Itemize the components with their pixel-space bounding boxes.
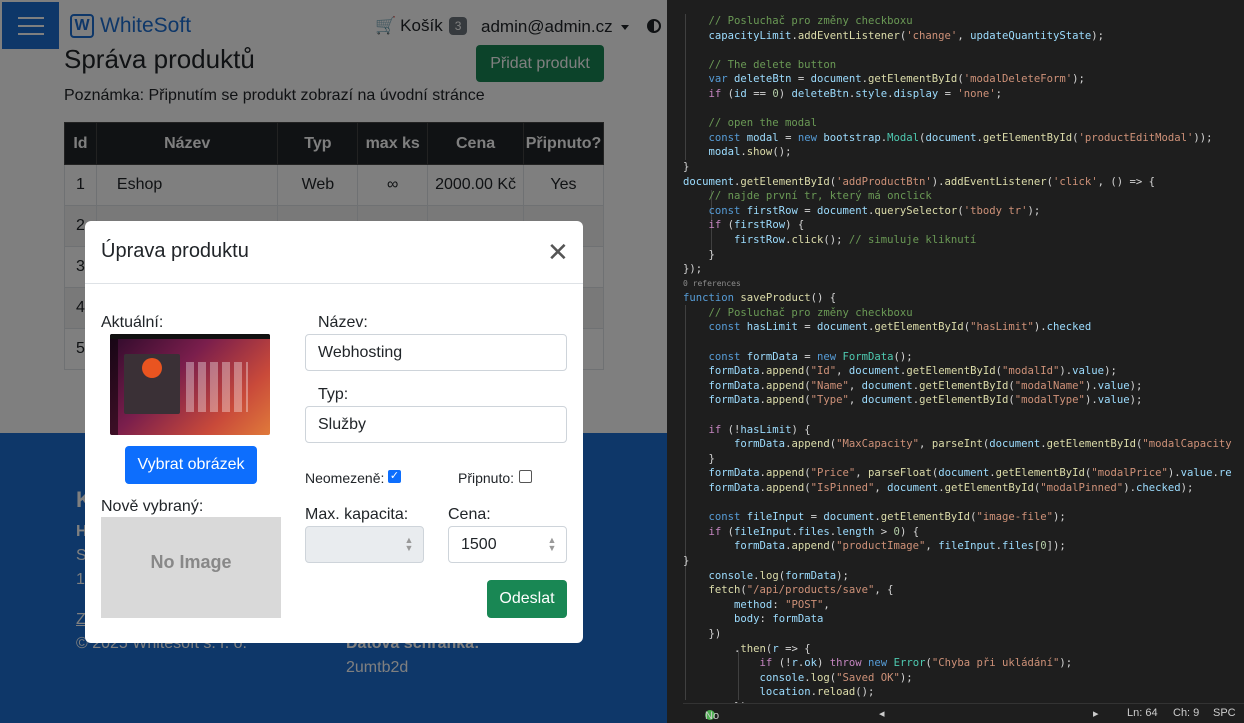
choose-image-button[interactable]: Vybrat obrázek (125, 446, 257, 484)
scroll-right-icon[interactable]: ▸ (1093, 707, 1099, 720)
new-image-placeholder: No Image (101, 517, 281, 618)
browser-page: W WhiteSoft 🛒 Košík 3 admin@admin.cz Spr… (0, 0, 667, 723)
modal-header: Úprava produktu ✕ (85, 221, 583, 284)
name-label: Název: (318, 314, 368, 331)
unlimited-checkbox[interactable]: ✓ (388, 470, 401, 483)
pinned-checkbox[interactable] (519, 470, 532, 483)
type-field[interactable]: Služby (305, 406, 567, 443)
new-image-label: Nově vybraný: (101, 498, 204, 515)
edit-product-modal: Úprava produktu ✕ Aktuální: Vybrat obráz… (85, 221, 583, 643)
line-indicator[interactable]: Ln: 64 (1127, 707, 1158, 719)
capacity-label: Max. kapacita: (305, 506, 409, 523)
current-product-image (110, 334, 270, 435)
whitespace-mode[interactable]: SPC (1213, 707, 1236, 719)
close-icon[interactable]: ✕ (547, 239, 569, 265)
code-text[interactable]: // Posluchač pro změny checkboxu capacit… (683, 14, 1232, 715)
pane-divider[interactable] (667, 0, 683, 723)
pinned-label: Připnuto: (458, 470, 515, 486)
scroll-left-icon[interactable]: ◂ (879, 707, 885, 720)
modal-title: Úprava produktu (101, 240, 249, 262)
price-field[interactable]: 1500 ▲ ▼ (448, 526, 567, 563)
type-label: Typ: (318, 386, 349, 403)
submit-button[interactable]: Odeslat (487, 580, 567, 618)
stepper-icon[interactable]: ▲ ▼ (546, 536, 558, 554)
capacity-field[interactable]: ▲ ▼ (305, 526, 424, 563)
price-label: Cena: (448, 506, 491, 523)
stepper-icon: ▲ ▼ (404, 535, 414, 553)
issues-text: No issues found (705, 710, 736, 723)
column-indicator[interactable]: Ch: 9 (1173, 707, 1199, 719)
current-image-label: Aktuální: (101, 314, 164, 331)
price-value: 1500 (461, 536, 497, 553)
name-field[interactable]: Webhosting (305, 334, 567, 371)
unlimited-label: Neomezeně: (305, 470, 385, 486)
editor-status-bar: No issues found ◂ ▸ Ln: 64 Ch: 9 SPC (683, 703, 1244, 723)
code-editor[interactable]: // Posluchač pro změny checkboxu capacit… (683, 0, 1244, 723)
